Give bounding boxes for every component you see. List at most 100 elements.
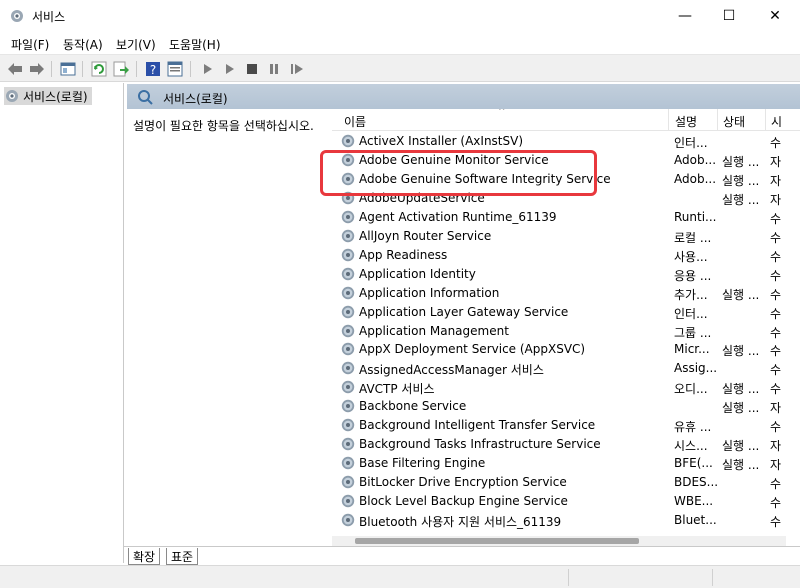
service-status: 실행 ... — [722, 439, 760, 454]
service-gear-icon — [341, 267, 355, 280]
service-row[interactable]: Background Tasks Infrastructure Service 시… — [332, 435, 784, 454]
service-description: Assig... — [674, 361, 718, 376]
title-bar: 서비스 — ☐ ✕ — [0, 0, 800, 32]
service-row[interactable]: Base Filtering Engine BFE(... 실행 ... 자 — [332, 454, 784, 473]
help-icon[interactable]: ? — [143, 59, 163, 79]
forward-arrow-icon[interactable] — [27, 59, 47, 79]
service-startup-type: 자 — [770, 458, 782, 473]
service-status: 실행 ... — [722, 401, 760, 416]
service-gear-icon — [341, 229, 355, 242]
service-gear-icon — [341, 286, 355, 299]
toolbar-separator — [136, 61, 137, 77]
service-row[interactable]: AVCTP 서비스 오디... 실행 ... 수 — [332, 378, 784, 397]
window-title: 서비스 — [32, 10, 66, 24]
pause-icon[interactable] — [264, 59, 284, 79]
service-row[interactable]: Application Information 추가... 실행 ... 수 — [332, 284, 784, 303]
column-header-startup[interactable]: 시 — [771, 113, 782, 130]
back-arrow-icon[interactable] — [5, 59, 25, 79]
service-startup-type: 수 — [770, 268, 782, 283]
service-row[interactable]: Application Management 그룹 ... 수 — [332, 322, 784, 341]
menu-action[interactable]: 동작(A) — [63, 36, 103, 53]
tab-extended[interactable]: 확장 — [128, 548, 161, 565]
column-header-description[interactable]: 설명 — [675, 113, 697, 130]
service-gear-icon — [341, 437, 355, 451]
start-icon[interactable] — [198, 59, 218, 79]
minimize-button[interactable]: — — [662, 0, 708, 32]
service-row[interactable]: App Readiness 사용... 수 — [332, 246, 784, 265]
close-button[interactable]: ✕ — [752, 0, 798, 32]
service-gear-icon — [341, 210, 355, 223]
view-tabs: 확장 표준 — [124, 546, 800, 565]
service-description: 인터... — [674, 136, 708, 150]
service-startup-type: 수 — [770, 477, 782, 492]
service-description: 사용... — [674, 249, 708, 264]
service-row[interactable]: Background Intelligent Transfer Service 유… — [332, 416, 784, 435]
service-startup-type: 수 — [770, 306, 782, 321]
description-pane: 설명이 필요한 항목을 선택하십시오. — [127, 109, 332, 546]
column-divider[interactable] — [765, 109, 766, 131]
service-gear-icon — [341, 134, 355, 148]
refresh-icon[interactable] — [89, 59, 109, 79]
services-gear-icon — [11, 10, 23, 22]
service-row[interactable]: AllJoyn Router Service 로컬 ... 수 — [332, 227, 784, 246]
service-name: AppX Deployment Service (AppXSVC) — [359, 342, 586, 357]
column-header-status[interactable]: 상태 — [723, 113, 745, 130]
console-tree-icon[interactable] — [58, 59, 78, 79]
menu-file[interactable]: 파일(F) — [11, 36, 49, 53]
service-row[interactable]: ActiveX Installer (AxInstSV) 인터... 수 — [332, 132, 784, 151]
service-row[interactable]: AssignedAccessManager 서비스 Assig... 수 — [332, 359, 784, 378]
console-tree: 서비스(로컬) — [0, 83, 124, 563]
status-divider — [568, 569, 569, 586]
service-startup-type: 수 — [770, 211, 782, 226]
service-startup-type: 자 — [770, 154, 782, 169]
service-name: Application Layer Gateway Service — [359, 304, 569, 319]
service-row[interactable]: Bluetooth 사용자 지원 서비스_61139 Bluet... 수 — [332, 511, 784, 530]
horizontal-scrollbar[interactable] — [332, 536, 786, 546]
service-gear-icon — [341, 419, 355, 432]
status-bar — [0, 565, 800, 588]
service-name: Backbone Service — [359, 399, 467, 414]
menu-view[interactable]: 보기(V) — [116, 36, 156, 53]
restart-icon[interactable] — [287, 59, 307, 79]
service-description: 로컬 ... — [674, 230, 712, 245]
service-name: BitLocker Drive Encryption Service — [359, 475, 567, 490]
start-alt-icon[interactable] — [220, 59, 240, 79]
service-row[interactable]: Backbone Service 실행 ... 자 — [332, 397, 784, 416]
service-row[interactable]: BitLocker Drive Encryption Service BDES..… — [332, 473, 784, 492]
service-row[interactable]: Block Level Backup Engine Service WBE... 수 — [332, 492, 784, 511]
toolbar: ? — [0, 54, 800, 82]
service-row[interactable]: Application Layer Gateway Service 인터... 수 — [332, 303, 784, 322]
service-startup-type: 자 — [770, 192, 782, 207]
service-description: 유휴 ... — [674, 420, 712, 435]
sort-caret-icon: ^ — [498, 109, 506, 117]
column-divider[interactable] — [717, 109, 718, 131]
service-row[interactable]: Application Identity 응용 ... 수 — [332, 265, 784, 284]
service-gear-icon — [341, 248, 355, 261]
service-row[interactable]: Agent Activation Runtime_61139 Runti... 수 — [332, 208, 784, 227]
service-startup-type: 수 — [770, 382, 782, 397]
column-header-name[interactable]: 이름 — [344, 113, 366, 130]
maximize-button[interactable]: ☐ — [706, 0, 752, 32]
export-icon[interactable] — [111, 59, 131, 79]
menu-bar: 파일(F) 동작(A) 보기(V) 도움말(H) — [0, 32, 800, 54]
toolbar-separator — [82, 61, 83, 77]
menu-help[interactable]: 도움말(H) — [169, 36, 221, 53]
service-name: Application Identity — [359, 266, 476, 281]
column-divider[interactable] — [668, 109, 669, 131]
service-startup-type: 자 — [770, 439, 782, 454]
service-name: Block Level Backup Engine Service — [359, 494, 568, 509]
service-row[interactable]: AppX Deployment Service (AppXSVC) Micr...… — [332, 340, 784, 359]
services-gear-icon — [6, 90, 18, 102]
horizontal-scroll-thumb[interactable] — [355, 538, 639, 544]
stop-icon[interactable] — [242, 59, 262, 79]
tree-item-services-local[interactable]: 서비스(로컬) — [4, 87, 92, 105]
tree-item-label: 서비스(로컬) — [23, 89, 88, 104]
service-status: 실행 ... — [722, 154, 760, 169]
description-prompt: 설명이 필요한 항목을 선택하십시오. — [133, 119, 314, 133]
tab-standard[interactable]: 표준 — [166, 548, 199, 565]
service-description: Adob... — [674, 171, 717, 186]
service-status: 실행 ... — [722, 173, 760, 188]
service-description: BDES... — [674, 475, 718, 490]
service-startup-type: 수 — [770, 344, 782, 359]
properties-icon[interactable] — [165, 59, 185, 79]
